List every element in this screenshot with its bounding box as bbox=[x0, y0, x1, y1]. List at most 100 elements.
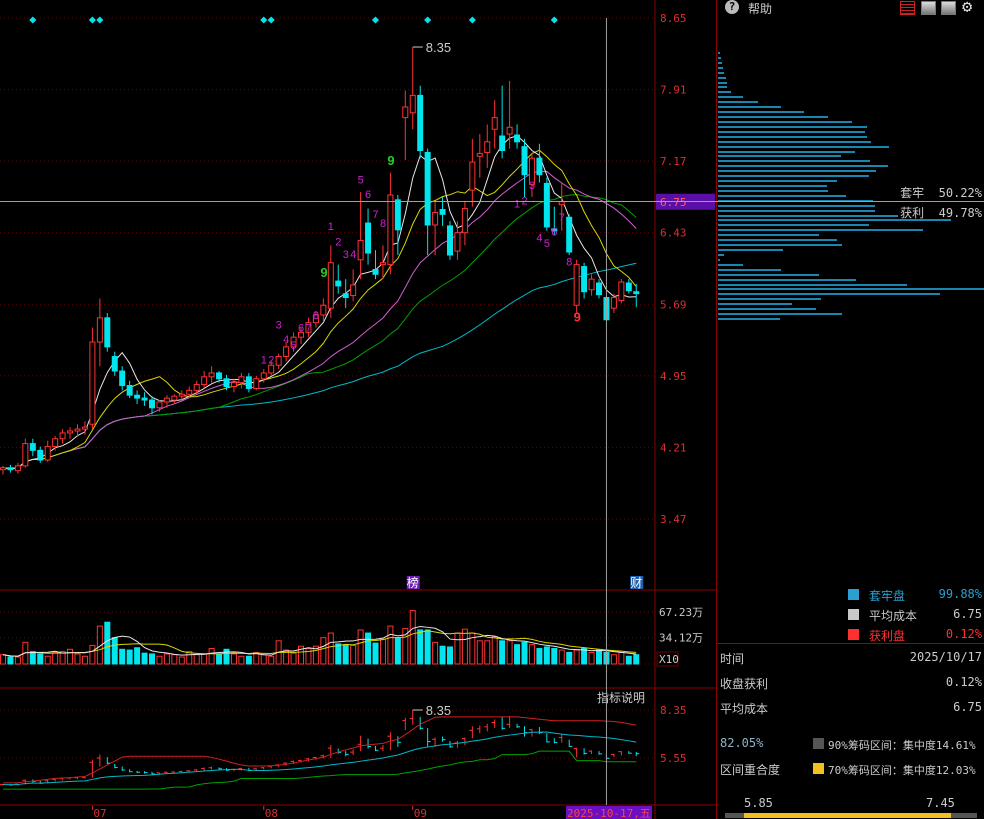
volume-multiplier[interactable]: X10 bbox=[659, 653, 679, 666]
volume-bar[interactable] bbox=[543, 646, 550, 665]
candle[interactable] bbox=[625, 279, 632, 294]
candle[interactable] bbox=[275, 353, 282, 370]
volume-bar[interactable] bbox=[372, 642, 379, 665]
candle[interactable] bbox=[543, 177, 550, 231]
volume-bar[interactable] bbox=[89, 644, 96, 665]
candle[interactable] bbox=[499, 85, 506, 159]
volume-bar[interactable] bbox=[551, 648, 558, 665]
signal-diamond-icon[interactable] bbox=[371, 16, 380, 24]
volume-bar[interactable] bbox=[439, 645, 446, 665]
volume-bar[interactable] bbox=[119, 648, 126, 665]
volume-bar[interactable] bbox=[81, 655, 88, 665]
volume-bar[interactable] bbox=[260, 654, 267, 665]
volume-bar[interactable] bbox=[111, 637, 118, 665]
volume-bar[interactable] bbox=[573, 649, 580, 665]
candle[interactable] bbox=[372, 250, 379, 280]
volume-bar[interactable] bbox=[387, 625, 394, 665]
candle[interactable] bbox=[22, 438, 29, 468]
candle[interactable] bbox=[476, 134, 483, 178]
volume-bar[interactable] bbox=[0, 654, 6, 665]
candle[interactable] bbox=[402, 90, 409, 161]
volume-bar[interactable] bbox=[461, 628, 468, 665]
volume-bar[interactable] bbox=[201, 653, 208, 665]
candle[interactable] bbox=[365, 208, 372, 265]
volume-bar[interactable] bbox=[581, 648, 588, 665]
volume-bar[interactable] bbox=[618, 651, 625, 665]
candle[interactable] bbox=[618, 279, 625, 304]
volume-bar[interactable] bbox=[528, 644, 535, 665]
candle[interactable] bbox=[59, 429, 66, 444]
signal-diamond-icon[interactable] bbox=[424, 16, 432, 24]
candle[interactable] bbox=[208, 366, 215, 383]
volume-bar[interactable] bbox=[193, 654, 200, 665]
volume-bar[interactable] bbox=[245, 655, 252, 665]
candle[interactable] bbox=[44, 440, 51, 462]
candle[interactable] bbox=[417, 85, 424, 159]
volume-bar[interactable] bbox=[447, 646, 453, 665]
volume-bar[interactable] bbox=[350, 644, 357, 665]
candle[interactable] bbox=[14, 462, 21, 474]
volume-bar[interactable] bbox=[499, 640, 506, 665]
candle[interactable] bbox=[201, 371, 208, 389]
candle[interactable] bbox=[379, 245, 386, 280]
volume-bar[interactable] bbox=[44, 655, 51, 665]
volume-bar[interactable] bbox=[476, 640, 483, 665]
volume-bar[interactable] bbox=[290, 652, 297, 665]
play-icon[interactable] bbox=[921, 1, 936, 15]
candle[interactable] bbox=[461, 201, 468, 246]
candle[interactable] bbox=[238, 372, 245, 389]
candle[interactable] bbox=[566, 214, 573, 255]
candle[interactable] bbox=[432, 201, 439, 255]
volume-bar[interactable] bbox=[37, 653, 44, 665]
volume-bar[interactable] bbox=[238, 655, 245, 665]
bang-marker-label[interactable]: 榜 bbox=[407, 575, 419, 590]
candle[interactable] bbox=[536, 143, 543, 183]
signal-diamond-icon[interactable] bbox=[468, 16, 476, 24]
volume-bar[interactable] bbox=[633, 654, 640, 665]
candle[interactable] bbox=[521, 138, 528, 197]
volume-bar[interactable] bbox=[596, 649, 602, 665]
signal-diamond-icon[interactable] bbox=[96, 16, 104, 24]
candle[interactable] bbox=[350, 269, 357, 302]
signal-diamond-icon[interactable] bbox=[88, 16, 96, 24]
candle[interactable] bbox=[588, 274, 595, 296]
volume-bar[interactable] bbox=[417, 629, 424, 665]
candle[interactable] bbox=[342, 279, 349, 309]
kline-chart[interactable]: 8.657.917.176.435.694.954.213.4767.23万34… bbox=[0, 0, 716, 819]
candle[interactable] bbox=[119, 366, 126, 391]
volume-bar[interactable] bbox=[7, 656, 14, 665]
volume-bar[interactable] bbox=[268, 655, 275, 665]
help-icon[interactable]: ? bbox=[725, 0, 739, 14]
volume-bar[interactable] bbox=[454, 632, 461, 665]
candle[interactable] bbox=[573, 259, 580, 313]
indicator-help-link[interactable]: 指标说明 bbox=[597, 690, 645, 705]
candle[interactable] bbox=[506, 80, 513, 149]
volume-bar[interactable] bbox=[491, 636, 498, 665]
candle[interactable] bbox=[514, 124, 521, 149]
volume-bar[interactable] bbox=[424, 629, 431, 665]
volume-bar[interactable] bbox=[104, 621, 111, 665]
help-label[interactable]: 帮助 bbox=[748, 0, 772, 17]
candle[interactable] bbox=[387, 172, 394, 275]
volume-bar[interactable] bbox=[610, 654, 617, 665]
candle[interactable] bbox=[230, 378, 237, 393]
candle[interactable] bbox=[67, 427, 74, 439]
volume-bar[interactable] bbox=[588, 651, 595, 665]
play-step-icon[interactable] bbox=[941, 1, 956, 15]
volume-bar[interactable] bbox=[566, 651, 573, 665]
candle[interactable] bbox=[7, 464, 14, 473]
volume-bar[interactable] bbox=[171, 654, 178, 665]
volume-bar[interactable] bbox=[141, 652, 148, 665]
volume-bar[interactable] bbox=[365, 632, 372, 665]
candle[interactable] bbox=[89, 327, 96, 430]
volume-bar[interactable] bbox=[335, 643, 342, 665]
candle[interactable] bbox=[104, 312, 111, 352]
candle[interactable] bbox=[447, 221, 453, 260]
candle[interactable] bbox=[596, 279, 602, 299]
volume-bar[interactable] bbox=[223, 648, 230, 665]
volume-bar[interactable] bbox=[178, 656, 185, 665]
volume-bar[interactable] bbox=[506, 640, 513, 665]
candle[interactable] bbox=[491, 100, 498, 149]
volume-bar[interactable] bbox=[208, 648, 215, 665]
volume-bar[interactable] bbox=[327, 632, 334, 665]
